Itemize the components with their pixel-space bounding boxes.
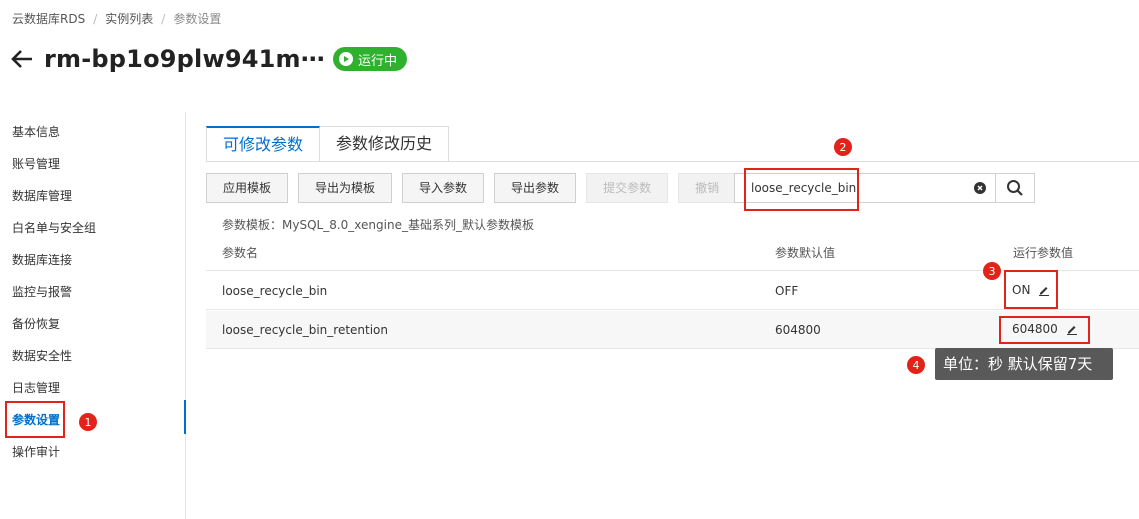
param-name: loose_recycle_bin_retention (222, 323, 389, 337)
sidebar-item-monitoring[interactable]: 监控与报警 (12, 282, 72, 302)
column-header-name: 参数名 (222, 246, 259, 260)
play-icon (338, 52, 353, 66)
template-info: 参数模板：MySQL_8.0_xengine_基础系列_默认参数模板 (222, 218, 534, 232)
highlight-box-running-retention (999, 316, 1090, 344)
breadcrumb-rds[interactable]: 云数据库RDS (12, 10, 85, 27)
breadcrumb-instance-list[interactable]: 实例列表 (105, 10, 153, 27)
sidebar-item-backup[interactable]: 备份恢复 (12, 314, 60, 334)
breadcrumb-separator: / (93, 11, 98, 26)
param-default: OFF (775, 284, 799, 298)
param-default: 604800 (775, 323, 821, 337)
page-title: rm-bp1o9plw941m⋯ (44, 45, 325, 73)
annotation-badge-3: 3 (983, 262, 1001, 280)
annotation-badge-1: 1 (79, 413, 97, 431)
tab-bar: 可修改参数 参数修改历史 (206, 126, 450, 162)
export-params-button[interactable]: 导出参数 (494, 173, 577, 203)
import-params-button[interactable]: 导入参数 (402, 173, 485, 203)
highlight-box-params (5, 401, 65, 438)
search-icon (1007, 180, 1023, 196)
column-header-default: 参数默认值 (775, 246, 836, 260)
sidebar-item-connection[interactable]: 数据库连接 (12, 250, 72, 270)
tooltip: 单位：秒 默认保留7天 (935, 348, 1113, 380)
toolbar: 应用模板 导出为模板 导入参数 导出参数 提交参数 撤销 (206, 173, 746, 203)
sidebar-item-audit[interactable]: 操作审计 (12, 442, 60, 462)
highlight-box-search (744, 168, 859, 211)
back-arrow-icon[interactable] (10, 44, 36, 74)
sidebar-item-basic-info[interactable]: 基本信息 (12, 122, 60, 142)
param-name: loose_recycle_bin (222, 284, 328, 298)
tab-param-history[interactable]: 参数修改历史 (320, 126, 450, 162)
breadcrumb: 云数据库RDS / 实例列表 / 参数设置 (12, 10, 221, 27)
sidebar-item-accounts[interactable]: 账号管理 (12, 154, 60, 174)
breadcrumb-param-settings: 参数设置 (173, 12, 222, 26)
table-row: loose_recycle_bin OFF ON (206, 272, 1139, 310)
sidebar-item-logs[interactable]: 日志管理 (12, 378, 60, 398)
sidebar-active-indicator (184, 400, 186, 434)
export-as-template-button[interactable]: 导出为模板 (298, 173, 393, 203)
apply-template-button[interactable]: 应用模板 (206, 173, 289, 203)
sidebar-item-security[interactable]: 数据安全性 (12, 346, 72, 366)
highlight-box-running-on (1004, 270, 1058, 309)
sidebar-item-databases[interactable]: 数据库管理 (12, 186, 72, 206)
column-header-running: 运行参数值 (1013, 246, 1074, 260)
annotation-badge-4: 4 (907, 356, 925, 374)
clear-icon[interactable] (974, 182, 986, 194)
search-button[interactable] (995, 173, 1035, 203)
status-badge: 运行中 (332, 47, 407, 71)
tabs-divider (206, 161, 1139, 162)
status-text: 运行中 (357, 53, 397, 69)
sidebar: 基本信息 账号管理 数据库管理 白名单与安全组 数据库连接 监控与报警 备份恢复… (0, 112, 186, 519)
tab-editable-params[interactable]: 可修改参数 (206, 126, 321, 162)
undo-button[interactable]: 撤销 (678, 173, 737, 203)
sidebar-item-whitelist[interactable]: 白名单与安全组 (12, 218, 96, 238)
submit-params-button[interactable]: 提交参数 (586, 173, 669, 203)
annotation-badge-2: 2 (834, 138, 852, 156)
breadcrumb-separator: / (161, 11, 166, 26)
title-row: rm-bp1o9plw941m⋯ 运行中 (10, 44, 407, 74)
